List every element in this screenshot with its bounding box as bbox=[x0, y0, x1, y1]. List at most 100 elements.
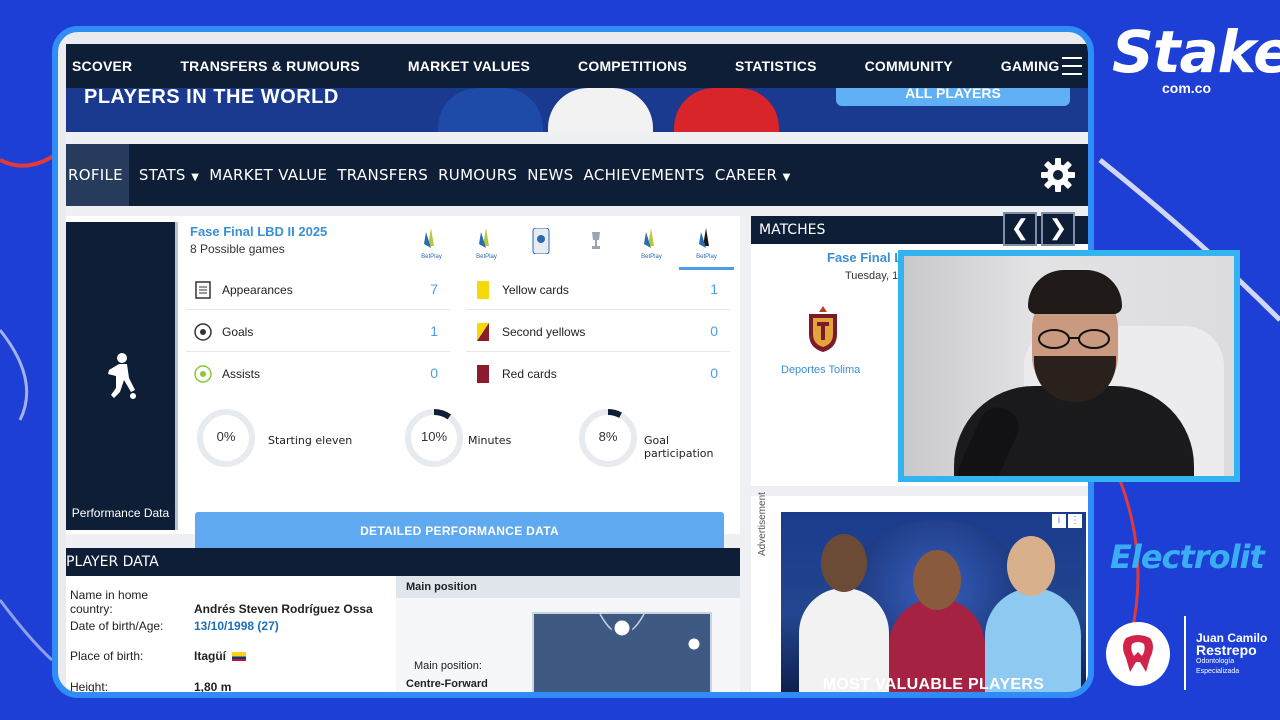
performance-side-label: Performance Data bbox=[71, 506, 170, 520]
performance-side-tab[interactable]: Performance Data bbox=[66, 222, 178, 530]
ad-menu-icon[interactable]: ⋮ bbox=[1068, 514, 1082, 528]
donut-percent: 0% bbox=[216, 429, 236, 444]
pd-value: Andrés Steven Rodríguez Ossa bbox=[194, 602, 373, 616]
stat-label: Assists bbox=[222, 367, 261, 381]
main-position-heading: Main position bbox=[396, 576, 740, 598]
pd-value: Itagüí bbox=[194, 649, 226, 663]
tab-career[interactable]: CAREER ▼ bbox=[715, 166, 791, 184]
tab-profile[interactable]: ROFILE bbox=[66, 144, 129, 206]
donut-goal-participation: 8% bbox=[578, 408, 638, 468]
stat-row-yellow-cards: Yellow cards 1 bbox=[466, 270, 730, 310]
stat-row-assists: Assists 0 bbox=[186, 354, 450, 394]
betplay-logo-icon bbox=[424, 228, 434, 248]
competition-logo[interactable]: BetPlay bbox=[459, 222, 514, 270]
footballer-icon bbox=[108, 353, 136, 399]
advertisement-banner[interactable]: i ⋮ MOST VALUABLE PLAYERS bbox=[781, 512, 1086, 693]
ad-headline: MOST VALUABLE PLAYERS bbox=[822, 676, 1045, 693]
banner-player-image bbox=[438, 88, 543, 132]
player-head bbox=[821, 534, 867, 592]
competition-logo-active[interactable]: BetPlay bbox=[679, 222, 734, 270]
main-position-label: Main position: bbox=[414, 660, 482, 672]
colombia-flag-icon bbox=[232, 652, 246, 662]
banner-player-image bbox=[548, 88, 653, 132]
betplay-logo-icon bbox=[644, 228, 654, 248]
logo-caption: BetPlay bbox=[476, 254, 497, 260]
nav-gaming[interactable]: GAMING bbox=[1001, 58, 1060, 74]
hamburger-menu-icon[interactable] bbox=[1062, 57, 1082, 75]
stat-value[interactable]: 0 bbox=[710, 323, 718, 339]
second-yellow-icon bbox=[477, 323, 489, 341]
player-data-panel: Name in home country: Andrés Steven Rodrí… bbox=[66, 576, 740, 692]
prev-match-button[interactable]: ❮ bbox=[1003, 212, 1037, 246]
stat-label: Yellow cards bbox=[502, 283, 569, 297]
stat-value[interactable]: 1 bbox=[430, 323, 438, 339]
player-data-heading: PLAYER DATA bbox=[66, 548, 740, 576]
main-position-value: Centre-Forward bbox=[406, 678, 488, 690]
competition-logo[interactable] bbox=[569, 222, 624, 270]
home-team-name[interactable]: Deportes Tolima bbox=[781, 364, 860, 376]
donut-label: Minutes bbox=[468, 434, 512, 447]
competition-logo[interactable]: BetPlay bbox=[624, 222, 679, 270]
pd-row-name: Name in home country: Andrés Steven Rodrí… bbox=[70, 588, 373, 616]
position-pitch bbox=[532, 612, 712, 692]
stat-value[interactable]: 1 bbox=[710, 281, 718, 297]
top-navigation: SCOVER TRANSFERS & RUMOURS MARKET VALUES… bbox=[66, 44, 1088, 88]
competition-logo[interactable]: BetPlay bbox=[404, 222, 459, 270]
tab-news[interactable]: NEWS bbox=[527, 166, 573, 184]
main-position-panel: Main position Main position: Centre-Forw… bbox=[396, 576, 740, 692]
tab-achievements[interactable]: ACHIEVEMENTS bbox=[584, 166, 705, 184]
possible-games: 8 Possible games bbox=[190, 242, 285, 256]
detailed-performance-button[interactable]: DETAILED PERFORMANCE DATA bbox=[195, 512, 724, 550]
pd-row-height: Height: 1,80 m bbox=[70, 680, 231, 692]
nav-transfers-rumours[interactable]: TRANSFERS & RUMOURS bbox=[180, 58, 360, 74]
competition-title[interactable]: Fase Final LBD II 2025 bbox=[190, 224, 327, 239]
banner-all-players-button[interactable]: ALL PLAYERS bbox=[836, 88, 1070, 106]
gear-icon[interactable] bbox=[1040, 157, 1076, 193]
advertisement-container: Advertisement i ⋮ MOST VALUABLE PLAYERS bbox=[751, 492, 1088, 693]
position-marker-main bbox=[611, 617, 633, 639]
stat-value[interactable]: 0 bbox=[430, 365, 438, 381]
nav-market-values[interactable]: MARKET VALUES bbox=[408, 58, 530, 74]
logo-caption: BetPlay bbox=[696, 254, 717, 260]
next-match-button[interactable]: ❯ bbox=[1041, 212, 1075, 246]
stat-value[interactable]: 7 bbox=[430, 281, 438, 297]
competition-logo[interactable] bbox=[514, 222, 569, 270]
webcam-overlay bbox=[898, 250, 1240, 482]
pd-key: Date of birth/Age: bbox=[70, 619, 164, 633]
caret-down-icon: ▼ bbox=[779, 172, 791, 183]
tooth-icon bbox=[1123, 635, 1153, 672]
player-subnav: ROFILE STATS ▼ MARKET VALUE TRANSFERS RU… bbox=[66, 144, 1088, 206]
performance-panel: Performance Data Fase Final LBD II 2025 … bbox=[66, 216, 740, 550]
tab-market-value[interactable]: MARKET VALUE bbox=[209, 166, 327, 184]
position-marker-secondary bbox=[685, 635, 703, 653]
nav-competitions[interactable]: COMPETITIONS bbox=[578, 58, 687, 74]
pd-value-link[interactable]: 13/10/1998 (27) bbox=[194, 619, 279, 633]
stat-label: Second yellows bbox=[502, 325, 586, 339]
promo-banner[interactable]: PLAYERS IN THE WORLD ALL PLAYERS bbox=[66, 88, 1088, 132]
donut-percent: 8% bbox=[598, 429, 618, 444]
matches-heading: MATCHES bbox=[751, 216, 1088, 244]
nav-statistics[interactable]: STATISTICS bbox=[735, 58, 817, 74]
team-crest-icon[interactable] bbox=[805, 304, 841, 354]
stake-domain: com.co bbox=[1162, 80, 1212, 96]
ad-info-icon[interactable]: i bbox=[1052, 514, 1066, 528]
banner-text: PLAYERS IN THE WORLD bbox=[84, 88, 339, 108]
stat-label: Red cards bbox=[502, 367, 557, 381]
stat-row-red-cards: Red cards 0 bbox=[466, 354, 730, 394]
ad-controls: i ⋮ bbox=[1050, 514, 1082, 528]
competition-selector: BetPlay BetPlay BetPlay BetPlay bbox=[404, 222, 734, 270]
stat-row-second-yellows: Second yellows 0 bbox=[466, 312, 730, 352]
stat-row-appearances: Appearances 7 bbox=[186, 270, 450, 310]
tab-transfers[interactable]: TRANSFERS bbox=[337, 166, 428, 184]
betplay-logo-icon bbox=[479, 228, 489, 248]
tab-rumours[interactable]: RUMOURS bbox=[438, 166, 517, 184]
nav-discover[interactable]: SCOVER bbox=[72, 58, 132, 74]
ball-icon bbox=[194, 323, 212, 341]
tab-stats[interactable]: STATS ▼ bbox=[139, 166, 199, 184]
assist-icon bbox=[194, 365, 212, 383]
glasses-icon bbox=[1038, 329, 1110, 349]
pd-row-birthplace: Place of birth: Itagüí bbox=[70, 649, 246, 663]
stat-value[interactable]: 0 bbox=[710, 365, 718, 381]
nav-community[interactable]: COMMUNITY bbox=[865, 58, 953, 74]
sponsor-tagline: Odontología bbox=[1196, 658, 1235, 665]
